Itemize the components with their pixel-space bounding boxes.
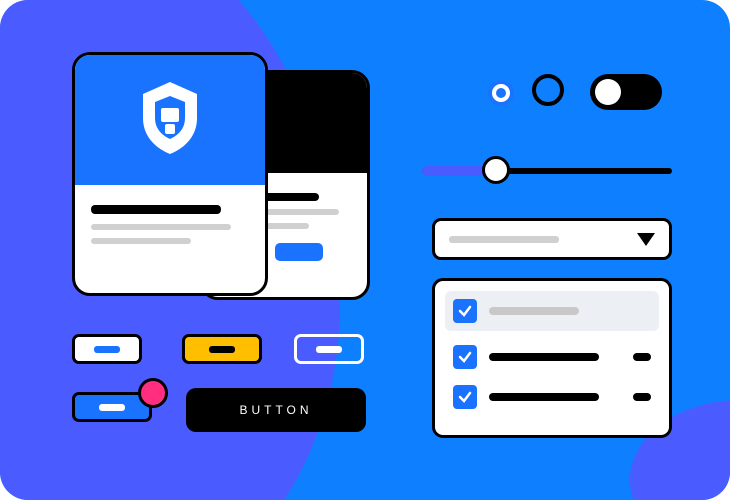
list-item[interactable]: [445, 377, 659, 417]
text-line: [633, 393, 651, 401]
radio-unselected[interactable]: [532, 74, 564, 106]
text-line: [489, 393, 599, 401]
primary-button-label: BUTTON: [239, 403, 312, 417]
checkbox-checked[interactable]: [453, 299, 477, 323]
text-line: [91, 205, 221, 214]
checklist: [432, 278, 672, 438]
text-line: [489, 307, 579, 315]
card-action-secondary[interactable]: [275, 243, 323, 261]
list-item[interactable]: [445, 337, 659, 377]
chip-button-outline[interactable]: [72, 334, 142, 364]
list-item[interactable]: [445, 291, 659, 331]
text-line: [633, 353, 651, 361]
chip-button-ghost[interactable]: [294, 334, 364, 364]
text-line: [91, 238, 191, 244]
slider-thumb[interactable]: [482, 156, 510, 184]
caret-down-icon: [637, 233, 655, 246]
ui-kit-canvas: BUTTON: [0, 0, 730, 500]
dropdown-select[interactable]: [432, 218, 672, 260]
card-primary: [72, 52, 268, 296]
card-header-brand: [75, 55, 265, 185]
text-line: [489, 353, 599, 361]
radio-selected[interactable]: [488, 80, 514, 106]
notification-dot-icon: [138, 378, 168, 408]
checkbox-checked[interactable]: [453, 345, 477, 369]
checkbox-checked[interactable]: [453, 385, 477, 409]
toggle-switch[interactable]: [590, 74, 662, 110]
dropdown-placeholder: [449, 236, 559, 243]
slider-track[interactable]: [422, 168, 672, 174]
shield-icon: [135, 78, 205, 163]
primary-button[interactable]: BUTTON: [186, 388, 366, 432]
text-line: [91, 224, 231, 230]
chip-button-warning[interactable]: [182, 334, 262, 364]
